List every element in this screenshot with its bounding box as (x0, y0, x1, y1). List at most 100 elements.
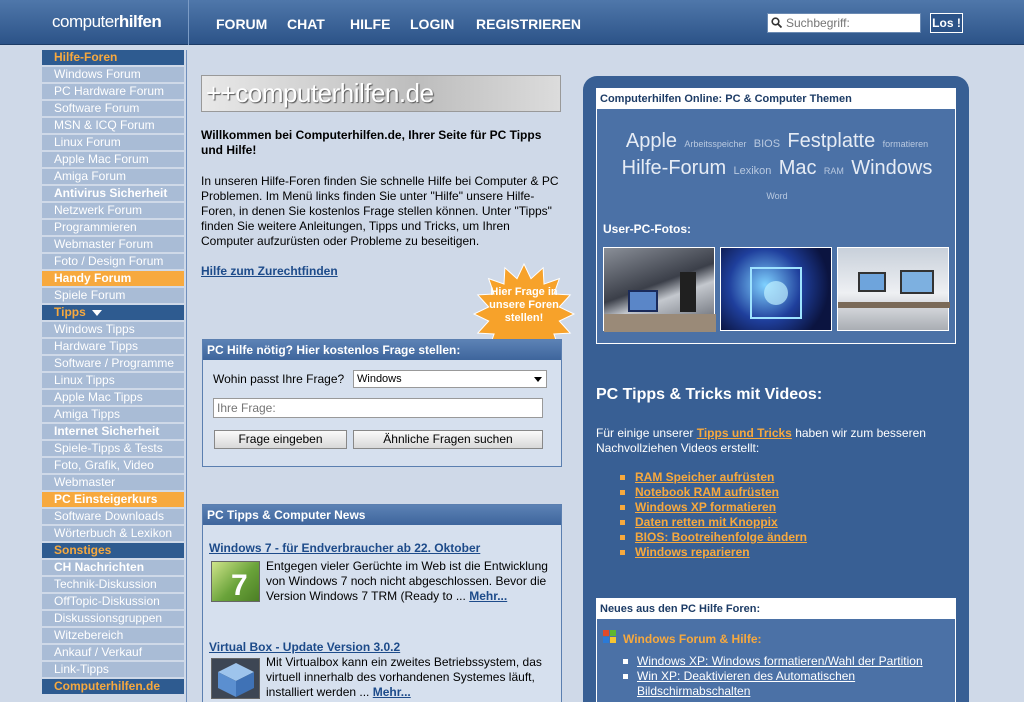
tag-cloud-link[interactable]: formatieren (883, 139, 929, 149)
sidebar-item[interactable]: PC Hardware Forum (42, 84, 184, 99)
news-item-title[interactable]: Windows 7 - für Endverbraucher ab 22. Ok… (209, 541, 480, 555)
tag-cloud-link[interactable]: Word (766, 191, 787, 201)
sidebar-item-label: Spiele Forum (54, 288, 126, 302)
sidebar-item-label: Hardware Tipps (54, 339, 139, 353)
sidebar-item[interactable]: Webmaster (42, 475, 184, 490)
video-tip-link[interactable]: Daten retten mit Knoppix (635, 515, 778, 529)
video-list-item: Windows reparieren (620, 545, 807, 560)
tag-cloud-link[interactable]: Mac (779, 157, 817, 179)
question-input[interactable] (213, 398, 543, 418)
sidebar-item[interactable]: Antivirus Sicherheit (42, 186, 184, 201)
sidebar-item[interactable]: OffTopic-Diskussion (42, 594, 184, 609)
nav-login[interactable]: LOGIN (410, 16, 454, 32)
video-list-item: Windows XP formatieren (620, 500, 807, 515)
video-tips-heading: PC Tipps & Tricks mit Videos: (596, 386, 823, 403)
sidebar-item[interactable]: Netzwerk Forum (42, 203, 184, 218)
sidebar-item[interactable]: Internet Sicherheit (42, 424, 184, 439)
tag-cloud-link[interactable]: BIOS (754, 138, 780, 150)
sidebar-item[interactable]: Linux Forum (42, 135, 184, 150)
category-select[interactable]: Windows (353, 370, 547, 388)
svg-text:7: 7 (231, 569, 248, 602)
sidebar-item[interactable]: Apple Mac Forum (42, 152, 184, 167)
submit-question-button[interactable]: Frage eingeben (214, 430, 347, 449)
windows-forum-heading[interactable]: Windows Forum & Hilfe: (623, 632, 762, 646)
help-start-link[interactable]: Hilfe zum Zurechtfinden (201, 264, 338, 278)
sidebar-item[interactable]: Witzebereich (42, 628, 184, 643)
sidebar-item[interactable]: Diskussionsgruppen (42, 611, 184, 626)
sidebar-item[interactable]: Amiga Tipps (42, 407, 184, 422)
sidebar-item[interactable]: Link-Tipps (42, 662, 184, 677)
sidebar-item[interactable]: Apple Mac Tipps (42, 390, 184, 405)
sidebar-item[interactable]: CH Nachrichten (42, 560, 184, 575)
sidebar-item[interactable]: Windows Forum (42, 67, 184, 82)
search-input[interactable] (767, 13, 921, 33)
sidebar-item[interactable]: Wörterbuch & Lexikon (42, 526, 184, 541)
tag-cloud-link[interactable]: RAM (824, 166, 844, 176)
nav-registrieren[interactable]: REGISTRIEREN (476, 16, 581, 32)
sidebar-item[interactable]: Software Forum (42, 101, 184, 116)
news-more-link[interactable]: Mehr... (469, 589, 507, 603)
sidebar-item[interactable]: Amiga Forum (42, 169, 184, 184)
sidebar-item-label: CH Nachrichten (54, 560, 145, 574)
video-tip-link[interactable]: RAM Speicher aufrüsten (635, 470, 774, 484)
themes-box: Computerhilfen Online: PC & Computer The… (596, 88, 956, 344)
sidebar-item[interactable]: Hardware Tipps (42, 339, 184, 354)
tag-cloud-link[interactable]: Hilfe-Forum (622, 157, 726, 179)
video-tip-link[interactable]: Windows XP formatieren (635, 500, 776, 514)
user-pc-photo[interactable] (720, 247, 832, 331)
sidebar-item[interactable]: Software Downloads (42, 509, 184, 524)
sidebar-item[interactable]: Foto, Grafik, Video (42, 458, 184, 473)
similar-questions-button[interactable]: Ähnliche Fragen suchen (353, 430, 543, 449)
site-logo[interactable]: computerhilfen (52, 12, 162, 32)
sidebar-item[interactable]: Linux Tipps (42, 373, 184, 388)
sidebar-item[interactable]: PC Einsteigerkurs (42, 492, 184, 507)
forum-topic-link[interactable]: Win XP: Deaktivieren des Automatischen B… (623, 669, 937, 699)
sidebar-item[interactable]: Programmieren (42, 220, 184, 235)
sidebar-item[interactable]: Webmaster Forum (42, 237, 184, 252)
video-tip-link[interactable]: Windows reparieren (635, 545, 750, 559)
forum-topic-link[interactable]: Windows XP: Windows formatieren/Wahl der… (623, 654, 923, 669)
sidebar-item-label: Programmieren (54, 220, 137, 234)
sidebar-section-header[interactable]: Hilfe-Foren (42, 50, 184, 65)
video-tip-link[interactable]: BIOS: Bootreihenfolge ändern (635, 530, 807, 544)
tag-cloud-link[interactable]: Festplatte (787, 130, 875, 152)
tag-cloud-link[interactable]: Apple (626, 130, 677, 152)
sidebar-item-label: Tipps (54, 305, 86, 319)
sidebar-item[interactable]: Foto / Design Forum (42, 254, 184, 269)
user-pc-photo[interactable] (603, 247, 716, 332)
sidebar-section-header[interactable]: Sonstiges (42, 543, 184, 558)
sidebar-section-header[interactable]: Computerhilfen.de (42, 679, 184, 694)
sidebar-item-label: Computerhilfen.de (54, 679, 161, 693)
news-item-title[interactable]: Virtual Box - Update Version 3.0.2 (209, 640, 400, 654)
sidebar-item[interactable]: Spiele Forum (42, 288, 184, 303)
sidebar-item-label: Software Forum (54, 101, 140, 115)
tips-and-tricks-link[interactable]: Tipps und Tricks (697, 426, 792, 440)
sidebar-item[interactable]: Windows Tipps (42, 322, 184, 337)
tag-cloud-link[interactable]: Lexikon (733, 165, 771, 177)
category-select-value: Windows (357, 373, 402, 385)
user-pc-photo[interactable] (837, 247, 950, 331)
nav-hilfe[interactable]: HILFE (350, 16, 390, 32)
sidebar-item[interactable]: Spiele-Tipps & Tests (42, 441, 184, 456)
video-tip-link[interactable]: Notebook RAM aufrüsten (635, 485, 779, 499)
sidebar-item[interactable]: Software / Programme (42, 356, 184, 371)
sidebar-item-label: MSN & ICQ Forum (54, 118, 155, 132)
ask-panel-title: PC Hilfe nötig? Hier kostenlos Frage ste… (203, 340, 561, 360)
search-button[interactable]: Los ! (930, 13, 963, 33)
nav-forum[interactable]: FORUM (216, 16, 267, 32)
sidebar-item-label: Apple Mac Tipps (54, 390, 143, 404)
tag-cloud-link[interactable]: Windows (851, 157, 932, 179)
sidebar-item-label: Sonstiges (54, 543, 112, 557)
sidebar-item[interactable]: Technik-Diskussion (42, 577, 184, 592)
sidebar-menu: Hilfe-Foren Windows Forum PC Hardware Foru… (42, 50, 184, 696)
themes-title: Computerhilfen Online: PC & Computer The… (597, 89, 955, 109)
tag-cloud-link[interactable]: Arbeitsspeicher (684, 139, 746, 149)
category-label: Wohin passt Ihre Frage? (213, 372, 345, 386)
sidebar-item[interactable]: Handy Forum (42, 271, 184, 286)
sidebar-section-header[interactable]: Tipps (42, 305, 184, 320)
nav-chat[interactable]: CHAT (287, 16, 325, 32)
news-more-link[interactable]: Mehr... (373, 685, 411, 699)
sidebar-item[interactable]: Ankauf / Verkauf (42, 645, 184, 660)
video-list-item: Daten retten mit Knoppix (620, 515, 807, 530)
sidebar-item[interactable]: MSN & ICQ Forum (42, 118, 184, 133)
